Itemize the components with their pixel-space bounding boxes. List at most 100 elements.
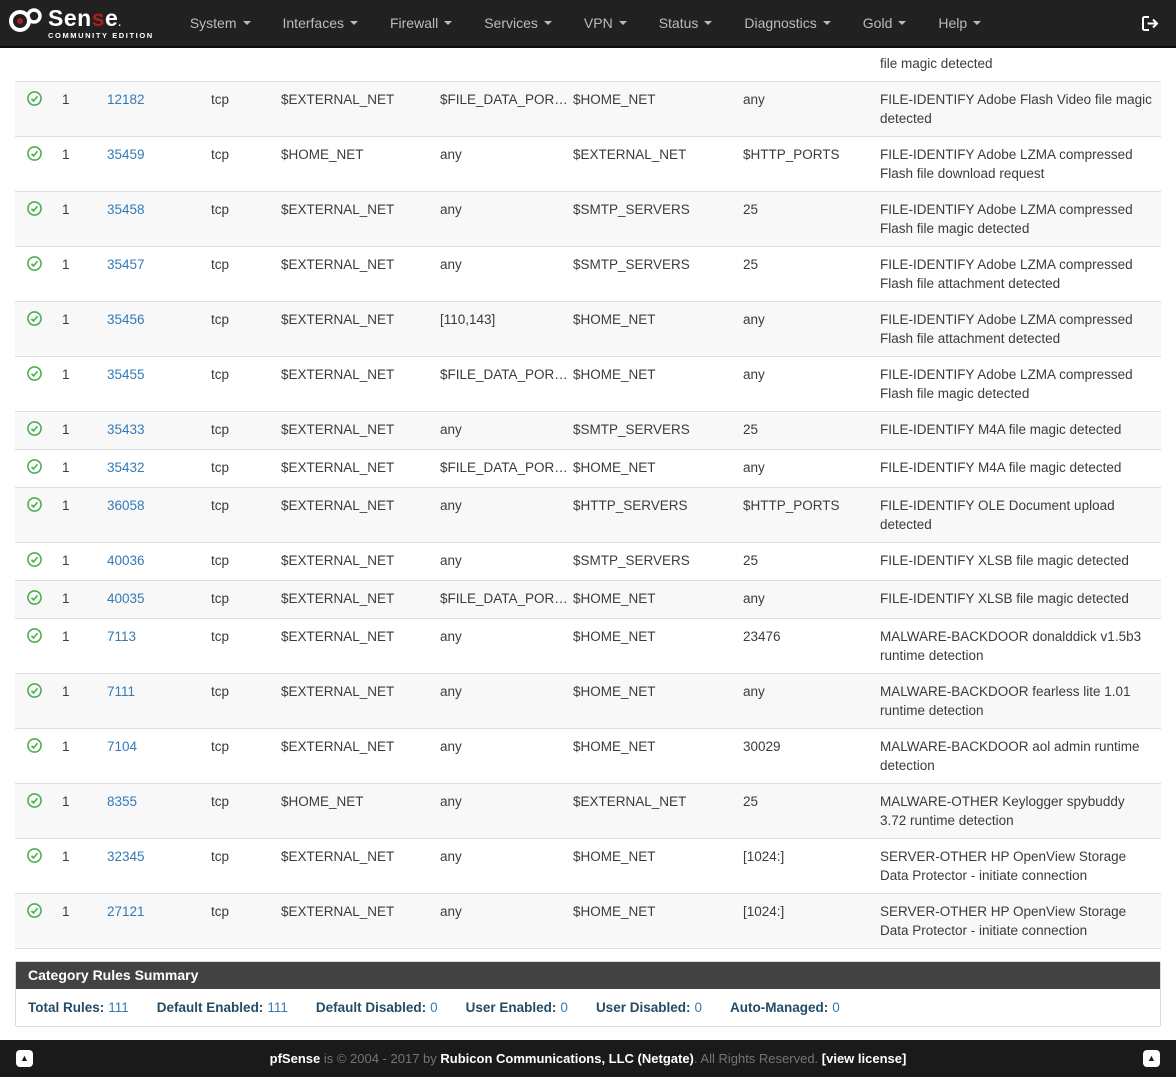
table-row: 1 7104 tcp $EXTERNAL_NET any $HOME_NET 3…: [15, 729, 1161, 784]
check-circle-icon[interactable]: [27, 462, 42, 477]
rule-sid-link[interactable]: 7111: [107, 684, 135, 699]
rule-dest-net: $SMTP_SERVERS: [565, 412, 735, 449]
rule-sid-link[interactable]: 32345: [107, 849, 145, 864]
rule-source-net: $EXTERNAL_NET: [273, 619, 432, 673]
rule-source-net: $HOME_NET: [273, 137, 432, 191]
rule-dest-net: $EXTERNAL_NET: [565, 137, 735, 191]
rule-sid-link[interactable]: 35432: [107, 460, 145, 475]
rule-dest-port: [1024:]: [735, 839, 872, 893]
rule-sid-link[interactable]: 35458: [107, 202, 145, 217]
rule-dest-net: $HOME_NET: [565, 619, 735, 673]
rule-source-net: $EXTERNAL_NET: [273, 839, 432, 893]
check-circle-icon[interactable]: [27, 631, 42, 646]
check-circle-icon[interactable]: [27, 204, 42, 219]
rule-source-port: any: [432, 412, 565, 449]
table-row: 1 40036 tcp $EXTERNAL_NET any $SMTP_SERV…: [15, 543, 1161, 581]
rule-gid: 1: [54, 894, 99, 948]
scroll-top-icon-left[interactable]: ▲: [16, 1050, 33, 1067]
rule-source-net: $EXTERNAL_NET: [273, 581, 432, 618]
scroll-top-icon-right[interactable]: ▲: [1143, 1050, 1160, 1067]
summary-stat-label: Auto-Managed:: [730, 1000, 828, 1015]
rule-source-port: any: [432, 674, 565, 728]
rule-gid: 1: [54, 543, 99, 580]
check-circle-icon[interactable]: [27, 500, 42, 515]
check-circle-icon[interactable]: [27, 259, 42, 274]
navbar-item-diagnostics[interactable]: Diagnostics: [728, 1, 846, 45]
check-circle-icon[interactable]: [27, 94, 42, 109]
rule-source-net: $EXTERNAL_NET: [273, 247, 432, 301]
navbar-item-label: System: [190, 15, 237, 31]
navbar-item-label: VPN: [584, 15, 613, 31]
rule-gid: 1: [54, 488, 99, 542]
rule-sid-link[interactable]: 35433: [107, 422, 145, 437]
logo-wordmark: Sense.: [48, 7, 154, 30]
rule-source-net: $EXTERNAL_NET: [273, 674, 432, 728]
rule-source-port: any: [432, 729, 565, 783]
rule-sid-link[interactable]: 12182: [107, 92, 145, 107]
rule-dest-net: $HOME_NET: [565, 674, 735, 728]
rule-dest-net: $SMTP_SERVERS: [565, 247, 735, 301]
navbar-item-gold[interactable]: Gold: [847, 1, 923, 45]
navbar-item-status[interactable]: Status: [643, 1, 729, 45]
rule-message: FILE-IDENTIFY XLSB file magic detected: [872, 581, 1161, 618]
rule-dest-net: $SMTP_SERVERS: [565, 192, 735, 246]
table-row: 1 35455 tcp $EXTERNAL_NET $FILE_DATA_POR…: [15, 357, 1161, 412]
rule-sid-link[interactable]: 7113: [107, 629, 136, 644]
summary-stat-value: 0: [694, 1000, 702, 1015]
navbar-item-interfaces[interactable]: Interfaces: [267, 1, 374, 45]
check-circle-icon[interactable]: [27, 149, 42, 164]
rule-protocol: tcp: [203, 137, 273, 191]
panel-title: Category Rules Summary: [16, 962, 1160, 989]
check-circle-icon[interactable]: [27, 555, 42, 570]
rule-enabled-cell: [15, 894, 54, 948]
footer-link[interactable]: [view license]: [822, 1051, 907, 1066]
rule-sid-link[interactable]: 40035: [107, 591, 145, 606]
pfsense-logo[interactable]: Sense. COMMUNITY EDITION: [8, 6, 154, 41]
chevron-down-icon: [544, 21, 552, 25]
footer-text: . All Rights Reserved.: [694, 1051, 822, 1066]
rule-sid-link[interactable]: 27121: [107, 904, 145, 919]
check-circle-icon[interactable]: [27, 741, 42, 756]
check-circle-icon[interactable]: [27, 686, 42, 701]
rule-source-port: any: [432, 839, 565, 893]
rule-dest-port: 25: [735, 412, 872, 449]
navbar-item-vpn[interactable]: VPN: [568, 1, 643, 45]
navbar-item-services[interactable]: Services: [468, 1, 568, 45]
check-circle-icon[interactable]: [27, 314, 42, 329]
rule-enabled-cell: [15, 192, 54, 246]
rule-dest-net: $HOME_NET: [565, 302, 735, 356]
check-circle-icon[interactable]: [27, 593, 42, 608]
rule-sid-link[interactable]: 35456: [107, 312, 145, 327]
rule-protocol: tcp: [203, 619, 273, 673]
summary-stat-value: 0: [430, 1000, 438, 1015]
rule-message: MALWARE-BACKDOOR donalddick v1.5b3 runti…: [872, 619, 1161, 673]
sign-out-icon[interactable]: [1135, 15, 1166, 32]
footer-link[interactable]: Rubicon Communications, LLC (Netgate): [440, 1051, 694, 1066]
rule-sid-link[interactable]: 35459: [107, 147, 145, 162]
check-circle-icon[interactable]: [27, 796, 42, 811]
footer-link[interactable]: pfSense: [270, 1051, 321, 1066]
rule-gid: 1: [54, 302, 99, 356]
rule-source-port: any: [432, 784, 565, 838]
check-circle-icon[interactable]: [27, 851, 42, 866]
rule-sid-link[interactable]: 7104: [107, 739, 137, 754]
rule-sid-link[interactable]: 40036: [107, 553, 145, 568]
chevron-down-icon: [350, 21, 358, 25]
rule-sid-link[interactable]: 36058: [107, 498, 145, 513]
navbar-item-firewall[interactable]: Firewall: [374, 1, 468, 45]
rule-message: SERVER-OTHER HP OpenView Storage Data Pr…: [872, 894, 1161, 948]
rule-sid-link[interactable]: 35455: [107, 367, 145, 382]
navbar-menu: System Interfaces Firewall Services VPN …: [174, 1, 1135, 45]
rule-sid-link[interactable]: 35457: [107, 257, 145, 272]
table-row: 1 12182 tcp $EXTERNAL_NET $FILE_DATA_POR…: [15, 82, 1161, 137]
rule-enabled-cell: [15, 137, 54, 191]
navbar-item-help[interactable]: Help: [922, 1, 997, 45]
rule-protocol: tcp: [203, 839, 273, 893]
rule-dest-port: $HTTP_PORTS: [735, 137, 872, 191]
rule-sid-link[interactable]: 8355: [107, 794, 137, 809]
check-circle-icon[interactable]: [27, 369, 42, 384]
check-circle-icon[interactable]: [27, 424, 42, 439]
check-circle-icon[interactable]: [27, 906, 42, 921]
rule-gid: 1: [54, 581, 99, 618]
navbar-item-system[interactable]: System: [174, 1, 267, 45]
